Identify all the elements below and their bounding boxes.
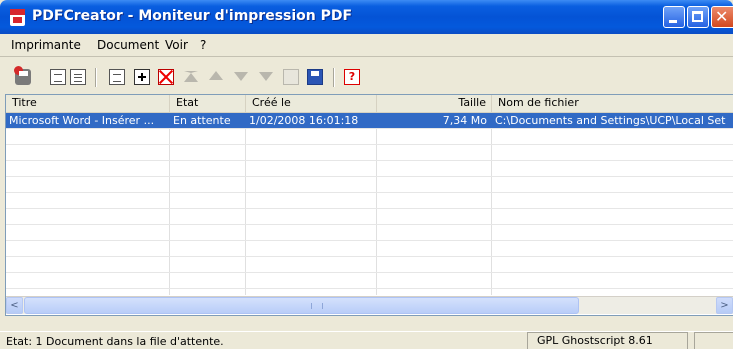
chevron-left-icon: <	[10, 300, 19, 311]
maximize-icon	[692, 11, 703, 22]
status-text: Etat: 1 Document dans la file d'attente.	[6, 335, 224, 348]
maximize-button[interactable]	[687, 6, 709, 28]
list-header: Titre Etat Créé le Taille Nom de fichier	[6, 95, 733, 113]
toolbar-separator	[333, 68, 335, 87]
column-taille[interactable]: Taille	[377, 95, 492, 112]
scrollbar-grip	[311, 303, 323, 309]
chevron-right-icon: >	[720, 300, 729, 311]
column-titre[interactable]: Titre	[6, 95, 170, 112]
minimize-icon	[669, 20, 677, 23]
toolbar: ?	[0, 57, 733, 93]
table-row[interactable]: Microsoft Word - Insérer ... En attente …	[6, 113, 733, 129]
empty-row	[6, 129, 733, 145]
cell-titre: Microsoft Word - Insérer ...	[9, 114, 155, 127]
empty-row	[6, 289, 733, 295]
status-panel	[694, 332, 733, 349]
cell-taille: 7,34 Mo	[442, 114, 487, 127]
cell-nom-de-fichier: C:\Documents and Settings\UCP\Local Set	[495, 114, 726, 127]
scrollbar-thumb[interactable]	[24, 297, 579, 314]
add-document-icon[interactable]	[134, 69, 150, 85]
document-icon[interactable]	[50, 69, 66, 85]
move-bottom-icon	[259, 72, 273, 81]
column-nom-de-fichier[interactable]: Nom de fichier	[492, 95, 733, 112]
menu-bar: Imprimante Document Voir ?	[0, 34, 733, 57]
close-button[interactable]: ✕	[711, 6, 733, 28]
menu-voir[interactable]: Voir	[165, 38, 188, 52]
move-up-icon	[209, 71, 223, 80]
menu-imprimante[interactable]: Imprimante	[11, 38, 81, 52]
help-icon[interactable]: ?	[344, 69, 360, 85]
app-window: PDFCreator - Moniteur d'impression PDF ✕…	[0, 0, 733, 349]
column-etat[interactable]: Etat	[170, 95, 246, 112]
new-document-icon[interactable]	[109, 69, 125, 85]
save-icon[interactable]	[307, 69, 323, 85]
print-queue-list[interactable]: Titre Etat Créé le Taille Nom de fichier…	[5, 94, 733, 316]
pdfcreator-app-icon[interactable]	[10, 9, 25, 26]
column-cree-le[interactable]: Créé le	[246, 95, 377, 112]
empty-row	[6, 257, 733, 273]
title-bar[interactable]: PDFCreator - Moniteur d'impression PDF ✕	[0, 0, 733, 34]
status-bar: Etat: 1 Document dans la file d'attente.…	[0, 331, 733, 349]
window-title: PDFCreator - Moniteur d'impression PDF	[32, 8, 353, 24]
empty-row	[6, 145, 733, 161]
document-list-icon[interactable]	[70, 69, 86, 85]
cell-cree-le: 1/02/2008 16:01:18	[249, 114, 359, 127]
copy-icon	[283, 69, 299, 85]
toolbar-separator	[95, 68, 97, 87]
empty-row	[6, 273, 733, 289]
empty-row	[6, 177, 733, 193]
menu-document[interactable]: Document	[97, 38, 159, 52]
empty-row	[6, 225, 733, 241]
printer-icon[interactable]	[14, 66, 31, 85]
close-icon: ✕	[715, 7, 729, 26]
scroll-left-button[interactable]: <	[6, 297, 23, 314]
horizontal-scrollbar[interactable]: < >	[6, 296, 733, 314]
minimize-button[interactable]	[663, 6, 685, 28]
scroll-right-button[interactable]: >	[716, 297, 733, 314]
menu-help[interactable]: ?	[200, 38, 206, 52]
empty-row	[6, 241, 733, 257]
list-rows: Microsoft Word - Insérer ... En attente …	[6, 113, 733, 295]
cell-etat: En attente	[173, 114, 231, 127]
move-top-icon	[184, 71, 198, 82]
empty-row	[6, 161, 733, 177]
empty-row	[6, 209, 733, 225]
move-down-icon	[234, 72, 248, 81]
ghostscript-version: GPL Ghostscript 8.61	[527, 332, 688, 349]
delete-document-icon[interactable]	[158, 69, 174, 85]
empty-row	[6, 193, 733, 209]
